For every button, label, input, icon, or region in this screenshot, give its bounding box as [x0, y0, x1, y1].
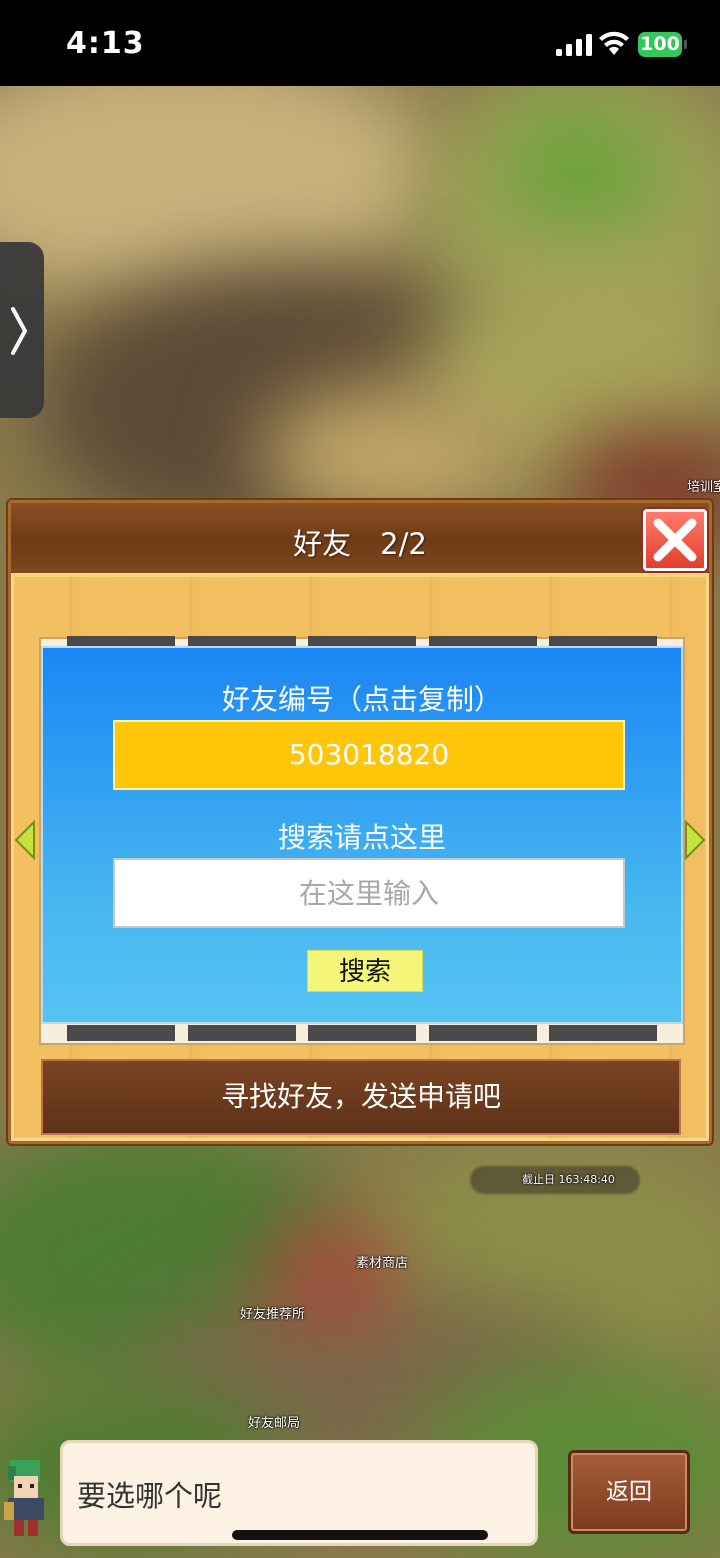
status-bar: 4:13 100 — [0, 0, 720, 86]
dialog-title: 好友 2/2 — [293, 527, 427, 561]
arrow-right-icon[interactable] — [684, 820, 706, 860]
battery-icon: 100 — [638, 32, 682, 57]
side-drawer-handle[interactable] — [0, 242, 44, 418]
wifi-icon — [599, 31, 629, 55]
find-friends-banner[interactable]: 寻找好友，发送申请吧 — [41, 1059, 681, 1135]
map-label-friend-recommend[interactable]: 好友推荐所 — [240, 1303, 305, 1322]
friend-id-label: 好友编号（点击复制） — [221, 683, 502, 716]
tab-strip-bottom — [67, 1025, 657, 1041]
arrow-left-icon[interactable] — [14, 820, 36, 860]
dialog-header: 好友 2/2 — [11, 503, 709, 577]
map-label-material-shop[interactable]: 素材商店 — [356, 1252, 408, 1271]
map-label-training: 培训室 — [687, 480, 720, 495]
search-hint: 搜索请点这里 — [277, 821, 446, 854]
character-avatar — [4, 1460, 44, 1536]
friend-id-copy-box[interactable]: 503018820 — [113, 720, 625, 790]
chevron-right-icon — [11, 307, 28, 355]
friend-search-panel: 好友编号（点击复制） 503018820 搜索请点这里 搜索 — [41, 646, 683, 1024]
signal-icon — [556, 34, 592, 56]
home-indicator[interactable] — [232, 1530, 488, 1540]
friend-search-input[interactable] — [113, 858, 625, 928]
close-button[interactable] — [643, 509, 707, 571]
back-button[interactable]: 返回 — [568, 1450, 690, 1534]
close-icon — [653, 518, 697, 562]
map-label-friend-post[interactable]: 好友邮局 — [248, 1412, 300, 1431]
message-text: 要选哪个呢 — [77, 1479, 223, 1513]
battery-tip — [684, 40, 687, 49]
tab-strip-top — [67, 636, 657, 646]
status-time: 4:13 — [66, 26, 145, 61]
map-label-deadline: 截止日 163:48:40 — [522, 1173, 615, 1186]
friend-dialog: 好友 2/2 好友编号（点击复制） 503018820 搜索请点这里 搜索 寻找… — [8, 500, 712, 1144]
search-button[interactable]: 搜索 — [307, 950, 423, 992]
